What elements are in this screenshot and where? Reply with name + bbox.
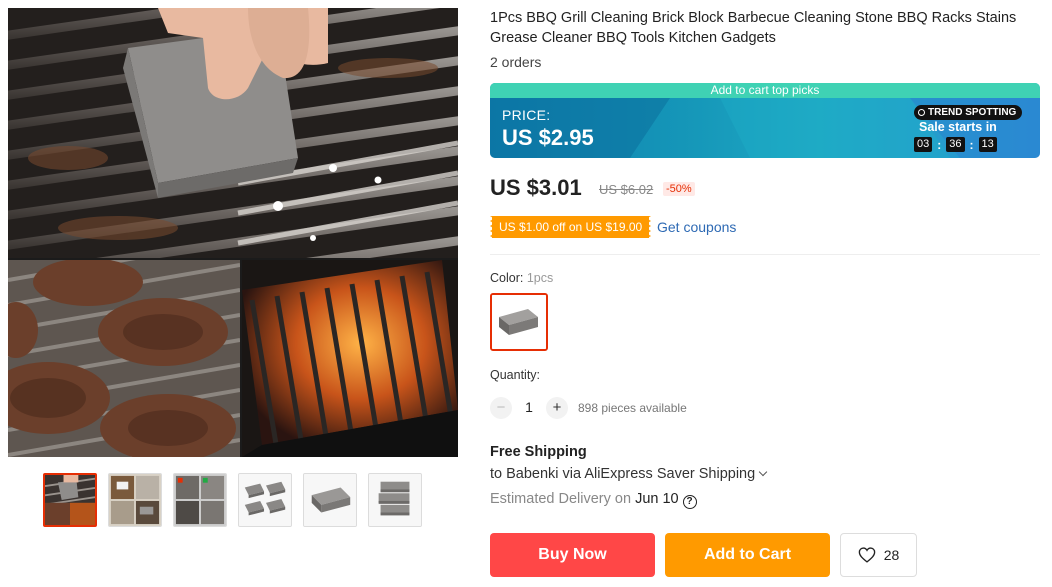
trend-spotting-badge: TREND SPOTTING: [914, 105, 1023, 120]
thumbnail-3[interactable]: [173, 473, 227, 527]
promo-banner[interactable]: Add to cart top picks PRICE: US $2.95 TR…: [490, 83, 1040, 158]
banner-price-label: PRICE:: [502, 107, 551, 123]
shipping-destination-text: to Babenki via AliExpress Saver Shipping: [490, 466, 756, 482]
sale-starts-label: Sale starts in: [919, 120, 997, 134]
estimated-delivery: Estimated Delivery on Jun 10?: [490, 491, 697, 509]
original-price: US $6.02: [599, 182, 654, 197]
banner-price: US $2.95: [502, 125, 594, 150]
buy-now-button[interactable]: Buy Now: [490, 533, 655, 577]
add-to-cart-button[interactable]: Add to Cart: [665, 533, 830, 577]
countdown-separator: :: [969, 137, 974, 152]
coupon-tag[interactable]: US $1.00 off on US $19.00: [487, 216, 654, 238]
color-label: Color: 1pcs: [490, 271, 553, 285]
quantity-decrease-button[interactable]: −: [490, 397, 512, 419]
chevron-down-icon: [758, 467, 768, 477]
product-info-panel: 1Pcs BBQ Grill Cleaning Brick Block Barb…: [487, 0, 1042, 587]
thumbnail-4[interactable]: [238, 473, 292, 527]
shipping-title: Free Shipping: [490, 444, 587, 460]
countdown-separator: :: [937, 137, 942, 152]
banner-top-strip: Add to cart top picks: [490, 83, 1040, 98]
color-value: 1pcs: [526, 271, 554, 285]
wishlist-button[interactable]: 28: [840, 533, 917, 577]
trend-icon: [918, 109, 925, 116]
countdown-seconds: 13: [978, 137, 997, 152]
heart-icon: [858, 547, 875, 563]
quantity-label: Quantity:: [490, 368, 541, 382]
available-pieces: 898 pieces available: [578, 401, 687, 415]
current-price: US $3.01: [490, 175, 582, 200]
product-title: 1Pcs BBQ Grill Cleaning Brick Block Barb…: [490, 10, 1017, 46]
thumbnail-5[interactable]: [303, 473, 357, 527]
hot-grill-image[interactable]: [242, 260, 458, 457]
discount-badge: -50%: [663, 182, 695, 196]
order-count: 2 orders: [490, 54, 542, 70]
help-icon[interactable]: ?: [682, 495, 697, 509]
delivery-prefix: Estimated Delivery on: [490, 491, 636, 507]
countdown-hours: 03: [914, 137, 933, 152]
color-swatch-1pcs[interactable]: [490, 293, 548, 351]
color-label-text: Color:: [490, 271, 527, 285]
section-divider: [490, 254, 1040, 255]
thumbnail-1[interactable]: [43, 473, 97, 527]
thumbnail-6[interactable]: [368, 473, 422, 527]
product-gallery: [8, 8, 458, 457]
burger-patties-image[interactable]: [8, 260, 240, 457]
get-coupons-link[interactable]: Get coupons: [657, 219, 736, 235]
countdown-timer: 03 : 36 : 13: [914, 137, 997, 152]
wishlist-count: 28: [883, 547, 900, 563]
thumbnail-2[interactable]: [108, 473, 162, 527]
pumice-block-icon: [492, 295, 546, 349]
main-product-image[interactable]: [8, 8, 458, 258]
quantity-value[interactable]: 1: [512, 399, 546, 415]
quantity-increase-button[interactable]: +: [546, 397, 568, 419]
trend-badge-label: TREND SPOTTING: [928, 107, 1017, 118]
countdown-minutes: 36: [946, 137, 965, 152]
shipping-destination[interactable]: to Babenki via AliExpress Saver Shipping: [490, 466, 768, 482]
delivery-date: Jun 10: [635, 491, 679, 507]
